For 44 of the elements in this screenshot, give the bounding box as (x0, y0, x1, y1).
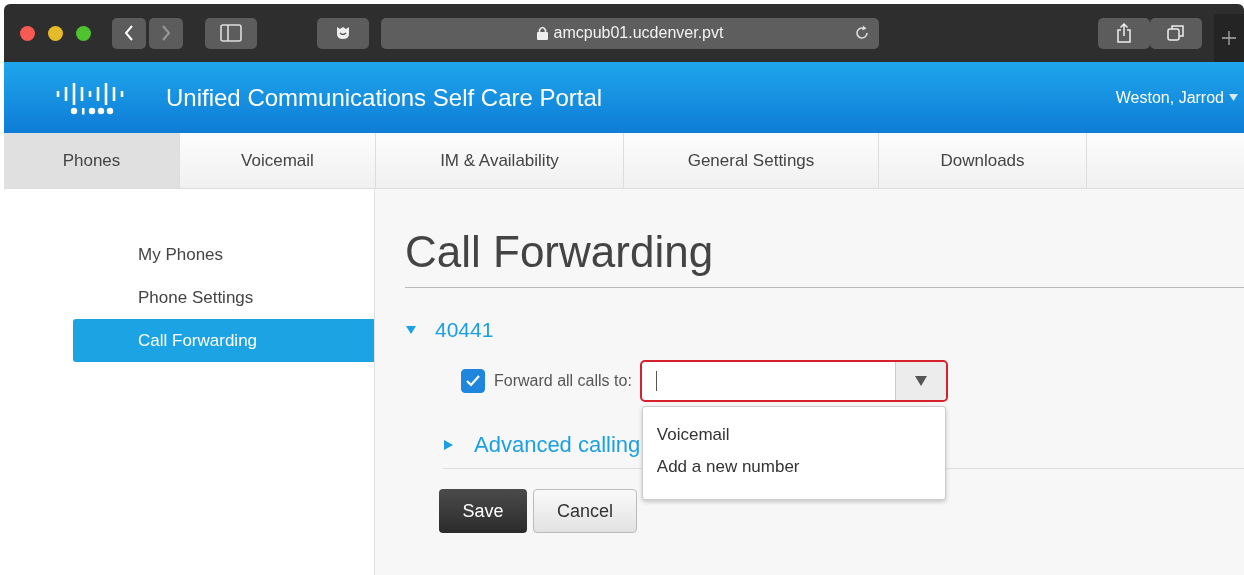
forward-combo-box[interactable] (639, 360, 948, 402)
caret-icon (1229, 94, 1238, 101)
sidebar-item[interactable]: Phone Settings (73, 276, 374, 319)
chevron-right-icon (160, 24, 172, 42)
tabs-button[interactable] (1150, 17, 1202, 49)
line-number: 40441 (435, 318, 494, 342)
shield-button[interactable] (317, 17, 369, 49)
portal-title: Unified Communications Self Care Portal (166, 83, 603, 112)
share-button[interactable] (1098, 17, 1150, 49)
plus-icon (1221, 30, 1237, 46)
shield-icon (336, 26, 350, 40)
reload-icon[interactable] (853, 23, 871, 42)
expand-toggle-icon[interactable] (405, 324, 417, 336)
nav-tab[interactable]: Phones (4, 133, 180, 188)
close-window-icon[interactable] (20, 25, 35, 41)
page-title: Call Forwarding (405, 227, 1244, 288)
nav-tab[interactable]: Downloads (879, 133, 1087, 188)
address-field[interactable]: amcpub01.ucdenver.pvt (381, 17, 879, 49)
logo-icon (54, 80, 124, 115)
nav-tab[interactable]: General Settings (624, 133, 879, 188)
dropdown-button[interactable] (894, 362, 946, 400)
forward-checkbox[interactable] (461, 369, 485, 393)
save-button[interactable]: Save (439, 489, 527, 533)
back-button[interactable] (112, 17, 146, 49)
overlapping-squares-icon (1167, 24, 1185, 42)
zoom-window-icon[interactable] (76, 25, 91, 41)
sidebar-icon (220, 24, 242, 42)
dropdown-option[interactable]: Voicemail (642, 419, 945, 451)
minimize-window-icon[interactable] (48, 25, 63, 41)
cancel-button[interactable]: Cancel (533, 489, 637, 533)
chevron-left-icon (123, 24, 135, 42)
expand-toggle-icon[interactable] (443, 439, 454, 451)
forward-label: Forward all calls to: (494, 372, 632, 390)
lock-icon (536, 26, 548, 40)
checkmark-icon (465, 374, 481, 388)
dropdown-option[interactable]: Add a new number (642, 451, 945, 483)
caret-icon (914, 376, 927, 386)
sidebar-item[interactable]: My Phones (73, 233, 374, 276)
forward-button[interactable] (149, 17, 183, 49)
new-tab-button[interactable] (1214, 14, 1244, 62)
sidebar-button[interactable] (205, 17, 257, 49)
nav-tab[interactable]: Voicemail (180, 133, 376, 188)
share-icon (1116, 23, 1132, 43)
nav-tab[interactable]: IM & Availability (376, 133, 624, 188)
